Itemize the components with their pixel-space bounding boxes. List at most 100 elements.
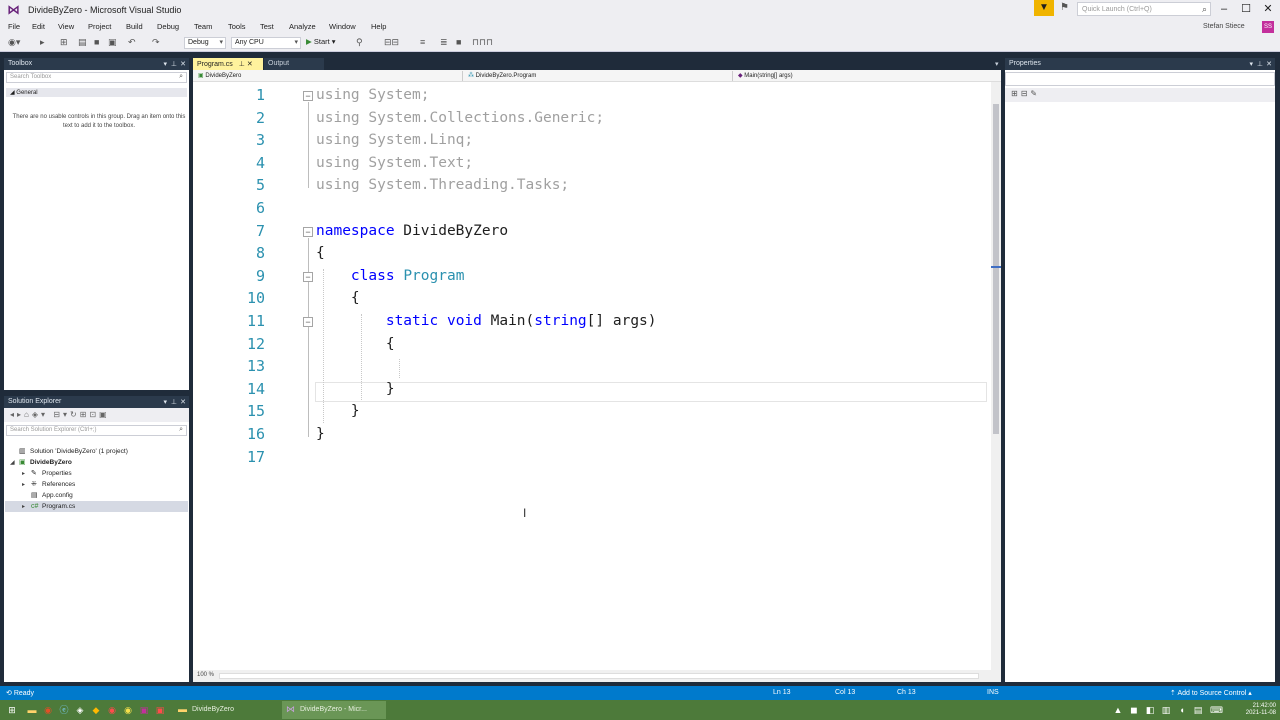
language-icon[interactable]: ⌨ [1210, 704, 1223, 716]
task-explorer-dividebyzero[interactable]: ▬ DivideByZero [174, 701, 278, 719]
tree-item-solution[interactable]: ▥ Solution 'DivideByZero' (1 project) [10, 446, 128, 457]
uncomment-icon[interactable]: ≣ [440, 37, 448, 48]
taskbar-clock[interactable]: 21:42:00 2021-11-08 [1230, 703, 1276, 717]
tab-overflow-icon[interactable]: ▾ [991, 58, 1003, 70]
collapse-triangle-icon[interactable]: ◢ [10, 458, 19, 469]
platform-select[interactable]: Any CPU [231, 37, 301, 49]
comment-icon[interactable]: ≡ [420, 37, 425, 47]
menu-tools[interactable]: Tools [228, 22, 246, 31]
feedback-flag-icon[interactable]: ⚑ [1060, 2, 1069, 13]
bookmark-icon[interactable]: ⊓⊓⊓ [472, 37, 493, 48]
solution-search-input[interactable]: Search Solution Explorer (Ctrl+;) ⌕ [6, 425, 187, 436]
tray-app-icon[interactable]: ◧ [1144, 704, 1156, 716]
configuration-select[interactable]: Debug [184, 37, 226, 49]
new-project-icon[interactable]: ⊞ [60, 37, 68, 48]
toolbox-pin-icon[interactable]: ⊥ [171, 60, 177, 68]
type-nav-select[interactable]: ⁂ DivideByZero.Program [465, 71, 733, 81]
menu-test[interactable]: Test [260, 22, 274, 31]
explorer-icon[interactable]: ▬ [26, 704, 38, 716]
edge-icon[interactable]: ⓔ [58, 704, 70, 716]
app-icon[interactable]: ◉ [106, 704, 118, 716]
tree-item-label: Properties [42, 470, 72, 477]
member-nav-select[interactable]: ◆ Main(string[] args) [735, 71, 999, 81]
collapse-region-icon[interactable]: − [303, 317, 313, 327]
properties-toolbar[interactable]: ⊞⊟✎ [1005, 88, 1275, 102]
code-area[interactable]: I 1 using System; 2 using System.Collection… [193, 82, 993, 670]
menu-help[interactable]: Help [371, 22, 386, 31]
horizontal-scrollbar[interactable] [219, 673, 979, 679]
menu-debug[interactable]: Debug [157, 22, 179, 31]
solution-explorer-close-icon[interactable]: ✕ [180, 398, 186, 406]
save-icon[interactable]: ■ [94, 37, 99, 47]
collapse-region-icon[interactable]: − [303, 271, 313, 282]
collapse-region-icon[interactable]: − [303, 91, 313, 101]
properties-dropdown-icon[interactable]: ▾ [1249, 60, 1253, 68]
stop-icon[interactable]: ■ [456, 37, 461, 47]
toolbox-dropdown-icon[interactable]: ▾ [163, 60, 167, 68]
menu-project[interactable]: Project [88, 22, 111, 31]
menu-view[interactable]: View [58, 22, 74, 31]
browser-icon[interactable]: ◉ [42, 704, 54, 716]
toolbox-search-input[interactable]: Search Toolbox ⌕ [6, 72, 187, 83]
vertical-scrollbar[interactable] [991, 82, 1001, 670]
menu-analyze[interactable]: Analyze [289, 22, 316, 31]
solution-explorer-pin-icon[interactable]: ⊥ [171, 398, 177, 406]
properties-close-icon[interactable]: ✕ [1266, 60, 1272, 68]
properties-object-select[interactable] [1005, 72, 1275, 86]
properties-pin-icon[interactable]: ⊥ [1257, 60, 1263, 68]
close-button[interactable]: ✕ [1258, 1, 1278, 17]
menu-window[interactable]: Window [329, 22, 356, 31]
task-visual-studio[interactable]: ⋈ DivideByZero - Micr... [282, 701, 386, 719]
user-name[interactable]: Stefan Stiece [1203, 23, 1245, 30]
notification-filter-icon[interactable]: ▼ [1034, 0, 1054, 16]
menu-build[interactable]: Build [126, 22, 143, 31]
menu-file[interactable]: File [8, 22, 20, 31]
toolbox-group-general[interactable]: ◢ General [6, 88, 187, 97]
notification-icon[interactable]: ▤ [1192, 704, 1204, 716]
project-nav-select[interactable]: ▣ DivideByZero [195, 71, 463, 81]
back-icon[interactable]: ◉▾ [8, 37, 20, 48]
tree-item-properties[interactable]: ▸ ✎ Properties [22, 468, 72, 479]
solution-icon: ▥ [19, 448, 26, 455]
zoom-level[interactable]: 100 % [197, 672, 214, 678]
forward-icon[interactable]: ▸ [40, 37, 45, 48]
tray-app-icon[interactable]: ◼ [1128, 704, 1140, 716]
collapse-region-icon[interactable]: − [303, 226, 313, 237]
save-all-icon[interactable]: ▣ [108, 37, 117, 48]
undo-icon[interactable]: ↶ [128, 37, 136, 48]
open-file-icon[interactable]: ▤ [78, 37, 87, 48]
expand-triangle-icon[interactable]: ▸ [22, 502, 31, 513]
start-button[interactable]: ▶ Start ▾ [306, 37, 336, 46]
avatar[interactable]: SS [1262, 21, 1274, 33]
network-icon[interactable]: ▥ [1160, 704, 1172, 716]
tree-item-program-cs[interactable]: ▸ c# Program.cs [5, 501, 188, 512]
quick-launch-input[interactable]: Quick Launch (Ctrl+Q) ⌕ [1077, 2, 1211, 16]
find-icon[interactable]: ⚲ [356, 37, 363, 48]
tree-item-references[interactable]: ▸ ⁜ References [22, 479, 75, 490]
tab-program-cs[interactable]: Program.cs ⊥ ✕ [193, 58, 263, 70]
solution-explorer-dropdown-icon[interactable]: ▾ [163, 398, 167, 406]
menu-edit[interactable]: Edit [32, 22, 45, 31]
app-icon[interactable]: ▣ [138, 704, 150, 716]
redo-icon[interactable]: ↷ [152, 37, 160, 48]
minimize-button[interactable]: – [1214, 1, 1234, 17]
volume-icon[interactable]: ◖ [1176, 704, 1188, 716]
solution-explorer-toolbar[interactable]: ◂▸⌂◈▾ ⊟▾↻⊞⊡▣ [4, 408, 189, 422]
toolbox-close-icon[interactable]: ✕ [180, 60, 186, 68]
tab-output[interactable]: Output [264, 58, 324, 70]
maximize-button[interactable]: ☐ [1236, 1, 1256, 17]
scrollbar-thumb[interactable] [993, 104, 999, 434]
app-icon[interactable]: ◆ [90, 704, 102, 716]
tray-app-icon[interactable]: ▲ [1112, 704, 1124, 716]
app-icon[interactable]: ▣ [154, 704, 166, 716]
folder-icon: ▬ [178, 704, 187, 714]
start-menu-icon[interactable]: ⊞ [6, 704, 18, 716]
add-to-source-control-button[interactable]: ⇡ Add to Source Control ▴ [1170, 689, 1252, 697]
menu-team[interactable]: Team [194, 22, 212, 31]
format-icon[interactable]: ⊟⊟ [384, 37, 399, 48]
tree-item-app-config[interactable]: ▤ App.config [22, 490, 73, 501]
close-tab-icon[interactable]: ⊥ ✕ [239, 61, 253, 68]
app-icon[interactable]: ◈ [74, 704, 86, 716]
tree-item-project[interactable]: ◢ ▣ DivideByZero [10, 457, 72, 468]
app-icon[interactable]: ◉ [122, 704, 134, 716]
